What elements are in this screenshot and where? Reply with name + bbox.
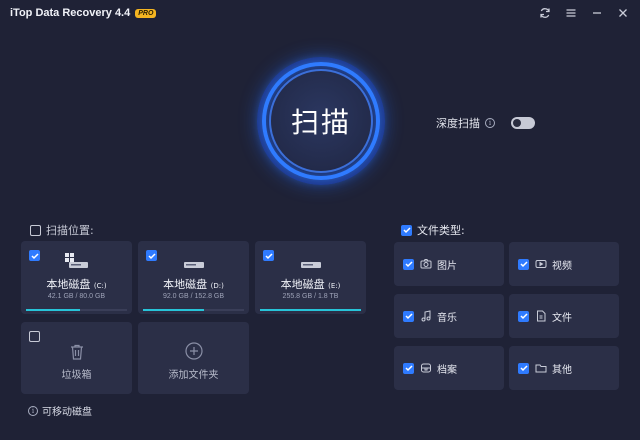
drive-name: 本地磁盘 (D:) xyxy=(138,276,249,292)
file-type-video[interactable]: 视频 xyxy=(509,242,619,286)
pro-badge: PRO xyxy=(135,8,157,18)
file-type-other[interactable]: 其他 xyxy=(509,346,619,390)
file-type-archives[interactable]: 档案 xyxy=(394,346,504,390)
app-title: iTop Data Recovery 4.4 xyxy=(10,7,131,19)
video-checkbox[interactable] xyxy=(518,258,529,270)
documents-checkbox[interactable] xyxy=(518,310,529,322)
images-checkbox[interactable] xyxy=(403,258,414,270)
minimize-icon[interactable] xyxy=(588,4,606,22)
scan-location-header: 扫描位置: xyxy=(30,222,94,238)
drive-card-d[interactable]: 本地磁盘 (D:) 92.0 GB / 152.8 GB xyxy=(138,241,249,314)
drive-d-name: 本地磁盘 xyxy=(163,278,208,291)
info-icon: i xyxy=(28,405,38,416)
drive-icon xyxy=(300,253,322,273)
drive-d-size: 92.0 GB / 152.8 GB xyxy=(162,293,225,300)
recycle-bin-checkbox[interactable] xyxy=(29,331,40,342)
drive-card-e[interactable]: 本地磁盘 (E:) 255.8 GB / 1.8 TB xyxy=(255,241,366,314)
menu-icon[interactable] xyxy=(562,4,580,22)
images-label: 图片 xyxy=(437,260,457,272)
camera-icon xyxy=(420,258,432,270)
folder-icon xyxy=(535,362,547,374)
other-label: 其他 xyxy=(552,364,572,376)
drive-c-name: 本地磁盘 xyxy=(46,278,91,291)
scan-button[interactable]: 扫描 xyxy=(269,69,373,173)
removable-disk-link[interactable]: i 可移动磁盘 xyxy=(28,403,92,418)
drive-icon xyxy=(183,253,205,273)
file-type-images[interactable]: 图片 xyxy=(394,242,504,286)
documents-label: 文件 xyxy=(552,312,572,324)
drive-e-checkbox[interactable] xyxy=(263,250,274,261)
document-icon xyxy=(535,310,547,322)
close-icon[interactable] xyxy=(614,4,632,22)
drive-e-size: 255.8 GB / 1.8 TB xyxy=(282,293,339,300)
file-types-checkbox[interactable] xyxy=(401,224,412,236)
archives-checkbox[interactable] xyxy=(403,362,414,374)
video-label: 视频 xyxy=(552,260,572,272)
deep-scan-option: 深度扫描 i xyxy=(436,115,535,131)
deep-scan-label: 深度扫描 xyxy=(436,117,480,130)
add-folder-label: 添加文件夹 xyxy=(168,370,219,381)
scan-location-checkbox[interactable] xyxy=(30,224,41,236)
music-icon xyxy=(420,310,432,322)
drive-c-size: 42.1 GB / 80.0 GB xyxy=(47,293,106,300)
removable-disk-label: 可移动磁盘 xyxy=(42,407,92,418)
info-icon[interactable]: i xyxy=(485,118,495,128)
drive-e-name: 本地磁盘 xyxy=(280,278,325,291)
file-types-header: 文件类型: xyxy=(401,222,465,238)
video-icon xyxy=(535,258,547,270)
drive-d-usage-fill xyxy=(143,309,204,311)
drive-d-usage-bar xyxy=(143,309,244,311)
windows-drive-icon xyxy=(64,253,89,273)
deep-scan-toggle[interactable] xyxy=(511,117,535,129)
drive-e-usage-fill xyxy=(260,309,361,311)
window-controls xyxy=(536,4,632,22)
plus-circle-icon xyxy=(184,342,203,364)
file-type-music[interactable]: 音乐 xyxy=(394,294,504,338)
archives-label: 档案 xyxy=(437,364,457,376)
toggle-knob xyxy=(513,119,521,127)
drive-name: 本地磁盘 (E:) xyxy=(255,276,366,292)
music-label: 音乐 xyxy=(437,312,457,324)
refresh-icon[interactable] xyxy=(536,4,554,22)
drive-d-letter: (D:) xyxy=(210,282,224,290)
file-types-label: 文件类型: xyxy=(417,224,465,237)
file-type-documents[interactable]: 文件 xyxy=(509,294,619,338)
archive-icon xyxy=(420,362,432,374)
drive-c-usage-bar xyxy=(26,309,127,311)
drive-c-checkbox[interactable] xyxy=(29,250,40,261)
music-checkbox[interactable] xyxy=(403,310,414,322)
drive-e-letter: (E:) xyxy=(328,282,341,290)
other-checkbox[interactable] xyxy=(518,362,529,374)
drive-card-c[interactable]: 本地磁盘 (C:) 42.1 GB / 80.0 GB xyxy=(21,241,132,314)
trash-icon xyxy=(70,344,84,364)
scan-location-label: 扫描位置: xyxy=(46,224,94,237)
add-folder-card[interactable]: 添加文件夹 xyxy=(138,322,249,394)
drive-c-letter: (C:) xyxy=(93,282,107,290)
recycle-bin-label: 垃圾箱 xyxy=(61,370,92,381)
recycle-bin-card[interactable]: 垃圾箱 xyxy=(21,322,132,394)
drive-e-usage-bar xyxy=(260,309,361,311)
drive-c-usage-fill xyxy=(26,309,80,311)
drive-d-checkbox[interactable] xyxy=(146,250,157,261)
drive-name: 本地磁盘 (C:) xyxy=(21,276,132,292)
title-bar: iTop Data Recovery 4.4 PRO xyxy=(0,0,640,26)
